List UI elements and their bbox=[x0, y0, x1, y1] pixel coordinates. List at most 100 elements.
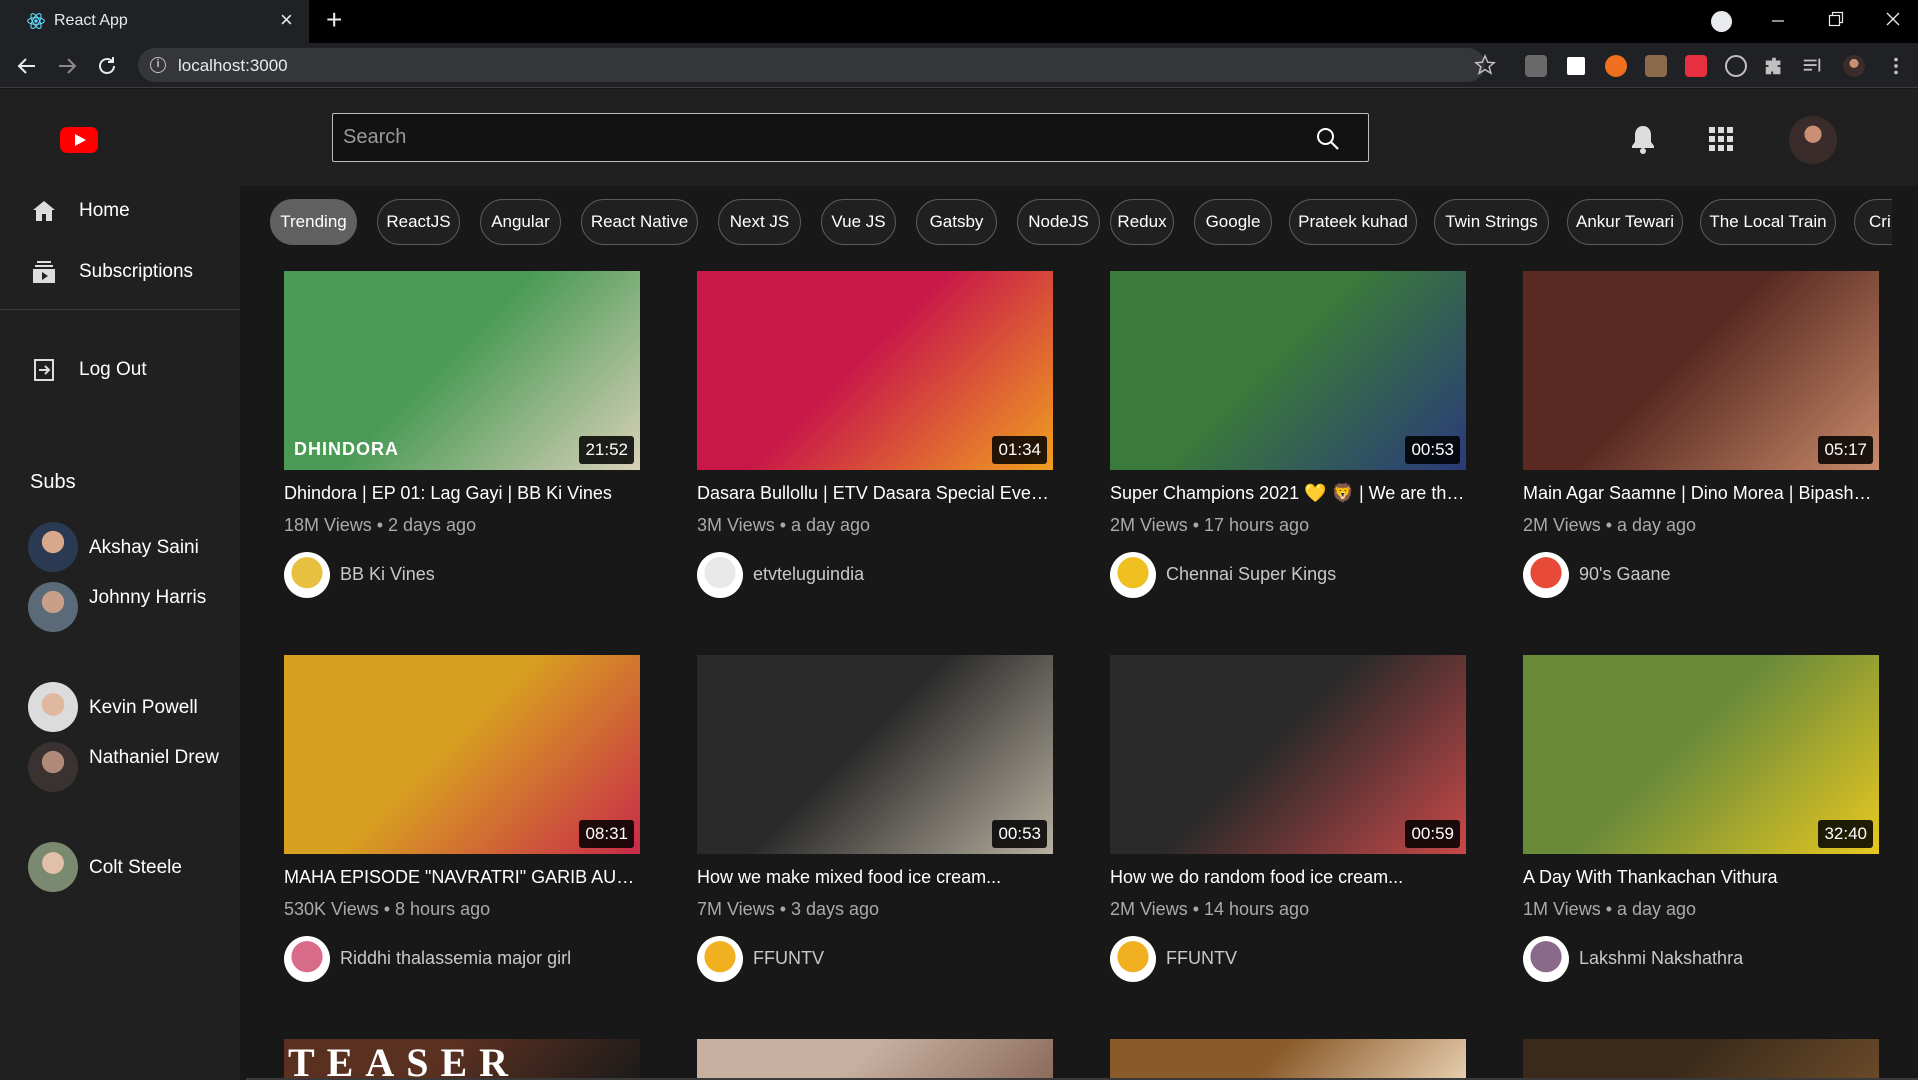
minimize-icon[interactable] bbox=[1771, 14, 1785, 28]
site-info-icon[interactable]: i bbox=[150, 57, 166, 73]
video-card[interactable]: 21:52 DHINDORA Dhindora | EP 01: Lag Gayi … bbox=[284, 271, 640, 601]
video-thumbnail[interactable]: 00:59 bbox=[1110, 655, 1466, 854]
browser-menu-icon[interactable] bbox=[1885, 55, 1907, 77]
browser-tab[interactable]: React App × bbox=[0, 0, 309, 43]
channel-avatar[interactable] bbox=[1110, 552, 1156, 598]
chip-twin-strings[interactable]: Twin Strings bbox=[1434, 199, 1549, 245]
video-title[interactable]: MAHA EPISODE "NAVRATRI" GARIB AUR AMIR K… bbox=[284, 867, 640, 888]
sidebar-item-logout[interactable]: Log Out bbox=[0, 345, 240, 395]
download-status-icon[interactable] bbox=[1711, 11, 1732, 32]
video-title[interactable]: How we make mixed food ice cream... bbox=[697, 867, 1053, 888]
video-thumbnail[interactable]: 05:17 bbox=[1523, 271, 1879, 470]
video-card[interactable] bbox=[1110, 1039, 1466, 1080]
youtube-logo-icon[interactable] bbox=[60, 127, 98, 153]
video-thumbnail[interactable]: 00:53 bbox=[697, 655, 1053, 854]
channel-name[interactable]: Riddhi thalassemia major girl bbox=[340, 948, 571, 969]
video-thumbnail[interactable]: 01:34 bbox=[697, 271, 1053, 470]
video-card[interactable]: 00:59 How we do random food ice cream... 2… bbox=[1110, 655, 1466, 985]
video-thumbnail[interactable]: 08:31 bbox=[284, 655, 640, 854]
video-card[interactable]: 05:17 Main Agar Saamne | Dino Morea | Bip… bbox=[1523, 271, 1879, 601]
video-card[interactable] bbox=[697, 1039, 1053, 1080]
sidebar-item-home[interactable]: Home bbox=[0, 186, 240, 236]
video-title[interactable]: How we do random food ice cream... bbox=[1110, 867, 1466, 888]
extension-notion-icon[interactable] bbox=[1565, 55, 1587, 77]
channel-avatar[interactable] bbox=[697, 936, 743, 982]
extension-orange-icon[interactable] bbox=[1605, 55, 1627, 77]
chip-nodejs[interactable]: NodeJS bbox=[1017, 199, 1100, 245]
reading-list-icon[interactable] bbox=[1801, 55, 1823, 77]
chip-vue-js[interactable]: Vue JS bbox=[821, 199, 896, 245]
channel-name[interactable]: 90's Gaane bbox=[1579, 564, 1671, 585]
video-thumbnail[interactable]: 32:40 bbox=[1523, 655, 1879, 854]
video-title[interactable]: Dasara Bullollu | ETV Dasara Special Eve… bbox=[697, 483, 1053, 504]
video-thumbnail[interactable]: 00:53 bbox=[1110, 271, 1466, 470]
chip-gatsby[interactable]: Gatsby bbox=[916, 199, 997, 245]
video-card[interactable]: 08:31 MAHA EPISODE "NAVRATRI" GARIB AUR A… bbox=[284, 655, 640, 985]
video-thumbnail[interactable] bbox=[697, 1039, 1053, 1080]
video-card[interactable]: 00:53 How we make mixed food ice cream...… bbox=[697, 655, 1053, 985]
restore-icon[interactable] bbox=[1828, 11, 1844, 27]
video-thumbnail[interactable]: TEASER bbox=[284, 1039, 640, 1080]
sub-item-colt-steele[interactable]: Colt Steele bbox=[28, 842, 240, 892]
channel-name[interactable]: Lakshmi Nakshathra bbox=[1579, 948, 1743, 969]
chip-cricket[interactable]: Cri bbox=[1854, 199, 1892, 245]
video-card[interactable]: 00:53 Super Champions 2021 💛 🦁 | We are t… bbox=[1110, 271, 1466, 601]
extension-circle-icon[interactable] bbox=[1725, 55, 1747, 77]
chip-angular[interactable]: Angular bbox=[480, 199, 561, 245]
search-input[interactable] bbox=[333, 114, 1293, 161]
extension-pen-icon[interactable] bbox=[1525, 55, 1547, 77]
sub-item-johnny-harris[interactable]: Johnny Harris bbox=[28, 582, 240, 638]
video-card[interactable] bbox=[1523, 1039, 1879, 1080]
new-tab-icon[interactable]: + bbox=[326, 6, 342, 34]
channel-avatar[interactable] bbox=[284, 936, 330, 982]
video-thumbnail[interactable] bbox=[1110, 1039, 1466, 1080]
chip-react-native[interactable]: React Native bbox=[581, 199, 698, 245]
forward-icon[interactable] bbox=[56, 55, 78, 77]
chip-the-local-train[interactable]: The Local Train bbox=[1700, 199, 1836, 245]
sub-item-akshay-saini[interactable]: Akshay Saini bbox=[28, 522, 240, 572]
chip-next-js[interactable]: Next JS bbox=[718, 199, 801, 245]
video-title[interactable]: Dhindora | EP 01: Lag Gayi | BB Ki Vines bbox=[284, 483, 640, 504]
chip-reactjs[interactable]: ReactJS bbox=[377, 199, 460, 245]
video-thumbnail[interactable]: 21:52 DHINDORA bbox=[284, 271, 640, 470]
channel-avatar[interactable] bbox=[1523, 936, 1569, 982]
notifications-bell-icon[interactable] bbox=[1628, 123, 1658, 155]
video-title[interactable]: Main Agar Saamne | Dino Morea | Bipasha … bbox=[1523, 483, 1879, 504]
video-card[interactable]: 32:40 A Day With Thankachan Vithura 1M Vie… bbox=[1523, 655, 1879, 985]
channel-name[interactable]: BB Ki Vines bbox=[340, 564, 435, 585]
window-close-icon[interactable] bbox=[1885, 11, 1901, 27]
chip-ankur-tewari[interactable]: Ankur Tewari bbox=[1567, 199, 1683, 245]
video-title[interactable]: A Day With Thankachan Vithura bbox=[1523, 867, 1879, 888]
bookmark-star-icon[interactable] bbox=[1474, 54, 1496, 76]
video-title[interactable]: Super Champions 2021 💛 🦁 | We are the ch… bbox=[1110, 483, 1466, 504]
channel-avatar[interactable] bbox=[1110, 936, 1156, 982]
search-icon[interactable] bbox=[1315, 126, 1341, 152]
channel-name[interactable]: Chennai Super Kings bbox=[1166, 564, 1336, 585]
extensions-puzzle-icon[interactable] bbox=[1763, 55, 1785, 77]
channel-name[interactable]: etvteluguindia bbox=[753, 564, 864, 585]
sidebar-item-subscriptions[interactable]: Subscriptions bbox=[0, 247, 240, 297]
chip-google[interactable]: Google bbox=[1194, 199, 1272, 245]
back-icon[interactable] bbox=[16, 55, 38, 77]
reload-icon[interactable] bbox=[96, 55, 118, 77]
video-card[interactable]: 01:34 Dasara Bullollu | ETV Dasara Specia… bbox=[697, 271, 1053, 601]
channel-name[interactable]: FFUNTV bbox=[1166, 948, 1237, 969]
profile-avatar[interactable] bbox=[1843, 55, 1865, 77]
sub-item-nathaniel-drew[interactable]: Nathaniel Drew bbox=[28, 742, 240, 798]
chip-redux[interactable]: Redux bbox=[1110, 199, 1174, 245]
tab-close-icon[interactable]: × bbox=[280, 9, 293, 31]
extension-red-icon[interactable] bbox=[1685, 55, 1707, 77]
address-bar[interactable]: i localhost:3000 bbox=[138, 48, 1485, 82]
channel-avatar[interactable] bbox=[697, 552, 743, 598]
chip-trending[interactable]: Trending bbox=[270, 199, 357, 245]
user-avatar[interactable] bbox=[1789, 116, 1837, 164]
video-card[interactable]: TEASER bbox=[284, 1039, 640, 1080]
channel-avatar[interactable] bbox=[1523, 552, 1569, 598]
chip-prateek-kuhad[interactable]: Prateek kuhad bbox=[1289, 199, 1417, 245]
sub-item-kevin-powell[interactable]: Kevin Powell bbox=[28, 682, 240, 732]
video-thumbnail[interactable] bbox=[1523, 1039, 1879, 1080]
apps-grid-icon[interactable] bbox=[1709, 127, 1733, 151]
channel-name[interactable]: FFUNTV bbox=[753, 948, 824, 969]
extension-cat-icon[interactable] bbox=[1645, 55, 1667, 77]
channel-avatar[interactable] bbox=[284, 552, 330, 598]
